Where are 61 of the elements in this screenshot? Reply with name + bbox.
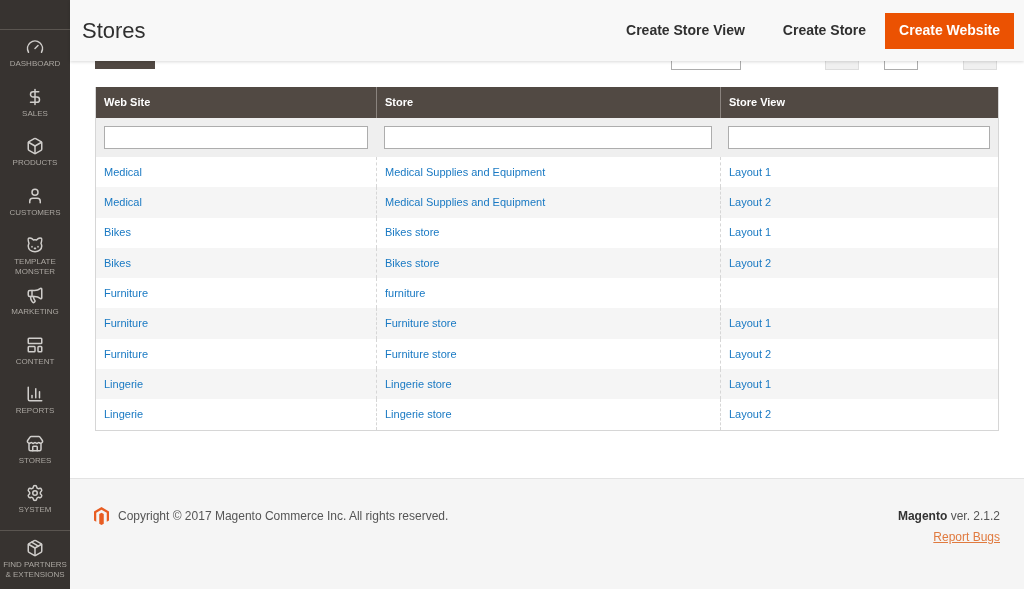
action-button[interactable]: Create Store View [607, 12, 764, 49]
person-icon[interactable] [26, 186, 44, 205]
table-cell-link[interactable]: Lingerie [104, 375, 144, 393]
sidebar-item[interactable]: REPORTS [15, 406, 55, 417]
table-cell-link[interactable]: Medical Supplies and Equipment [385, 163, 546, 181]
table-cell-link[interactable]: Layout 2 [729, 345, 772, 363]
sidebar-item[interactable]: TEMPLATE MONSTER [0, 257, 70, 278]
sidebar-item[interactable]: DASHBOARD [9, 59, 61, 69]
table-cell-link[interactable]: Furniture [104, 345, 149, 363]
sidebar-item[interactable]: SYSTEM [18, 505, 52, 516]
sidebar-item[interactable]: MARKETING [11, 306, 59, 317]
table-cell-link[interactable]: Furniture [104, 315, 149, 332]
settings-icon[interactable] [26, 484, 44, 503]
sidebar-item[interactable]: SALES [22, 108, 48, 119]
package-icon[interactable] [26, 538, 44, 557]
table-cell-link[interactable]: Lingerie store [385, 406, 452, 423]
filter-field[interactable] [384, 126, 712, 149]
filter-field[interactable] [728, 126, 990, 149]
filter-field[interactable] [104, 126, 368, 149]
table-cell-link[interactable]: Layout 1 [729, 224, 772, 241]
cat-icon[interactable] [26, 236, 44, 255]
sidebar-item[interactable]: FIND PARTNERS & EXTENSIONS [0, 559, 70, 580]
table-cell-link[interactable]: Furniture store [385, 315, 457, 332]
action-button[interactable]: Create Store [763, 12, 886, 49]
storefront-icon[interactable] [26, 434, 44, 453]
bar-chart-icon[interactable] [26, 385, 44, 404]
sidebar-item[interactable]: CONTENT [15, 356, 55, 367]
table-cell-link[interactable]: Bikes store [385, 224, 440, 241]
table-cell-link[interactable]: Layout 1 [729, 375, 772, 393]
column-header[interactable]: Web Site [104, 94, 151, 111]
table-cell-link[interactable]: Medical Supplies and Equipment [385, 194, 546, 211]
table-cell-link[interactable]: Medical [104, 163, 142, 181]
sidebar-item[interactable]: PRODUCTS [12, 158, 58, 169]
sidebar-item[interactable]: CUSTOMERS [9, 207, 61, 218]
table-cell-link[interactable]: Layout 2 [729, 254, 772, 272]
table-cell-link[interactable]: Furniture store [385, 345, 457, 363]
table-cell-link[interactable]: Layout 2 [729, 406, 772, 423]
table-cell-link[interactable]: Bikes [104, 224, 131, 241]
table-cell-link[interactable]: Medical [104, 194, 142, 211]
megaphone-icon[interactable] [26, 285, 44, 304]
table-cell-link[interactable]: furniture [385, 285, 426, 302]
create-website-button[interactable]: Create Website [885, 12, 1014, 49]
column-header[interactable]: Store [385, 94, 414, 111]
table-cell-link[interactable]: Furniture [104, 285, 149, 302]
version-text: Magento ver. 2.1.2 [897, 508, 1000, 525]
table-cell-link[interactable]: Bikes store [385, 254, 440, 272]
page-title: Stores [82, 17, 147, 45]
table-cell-link[interactable]: Bikes [104, 254, 131, 272]
table-cell-link[interactable]: Layout 1 [729, 163, 772, 181]
report-bugs-link[interactable]: Report Bugs [933, 528, 1000, 546]
table-cell-link[interactable]: Lingerie store [385, 375, 452, 393]
logo-icon [94, 507, 109, 525]
sidebar-item[interactable]: STORES [18, 455, 52, 466]
table-cell-link[interactable]: Layout 1 [729, 315, 772, 332]
copyright-text: Copyright © 2017 Magento Commerce Inc. All rights reserved. [118, 508, 450, 525]
table-cell-link[interactable]: Layout 2 [729, 194, 772, 211]
gauge-icon[interactable] [26, 38, 44, 56]
box-icon[interactable] [26, 137, 44, 156]
column-header[interactable]: Store View [729, 94, 786, 111]
table-cell-link[interactable]: Lingerie [104, 406, 144, 423]
layout-icon[interactable] [26, 335, 44, 354]
